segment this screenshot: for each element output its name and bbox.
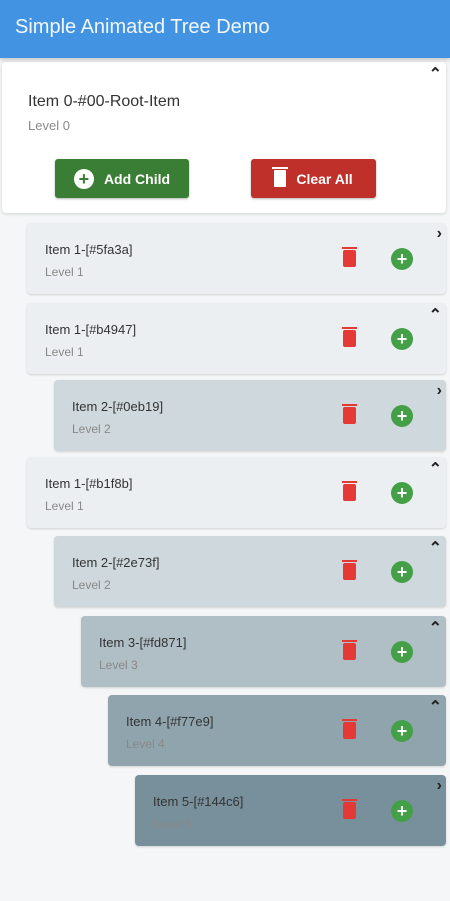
tree-item[interactable]: ⌃ Item 1-[#b4947] Level 1 + xyxy=(27,303,446,374)
tree-item-title: Item 1-[#b4947] xyxy=(45,322,137,337)
delete-trash-icon[interactable] xyxy=(342,481,357,501)
root-item-card: ⌃ Item 0-#00-Root-Item Level 0 + Add Chi… xyxy=(2,62,446,213)
trash-icon xyxy=(272,167,289,187)
delete-trash-icon[interactable] xyxy=(342,327,357,347)
collapse-chevron-icon[interactable]: ⌃ xyxy=(429,697,442,717)
tree-item[interactable]: › Item 1-[#5fa3a] Level 1 + xyxy=(27,223,446,294)
root-item-title: Item 0-#00-Root-Item xyxy=(28,93,181,110)
tree-item-level: Level 3 xyxy=(99,658,138,672)
expand-chevron-icon[interactable]: › xyxy=(437,777,442,795)
tree-item-title: Item 2-[#0eb19] xyxy=(72,399,164,414)
collapse-chevron-icon[interactable]: ⌃ xyxy=(429,305,442,325)
delete-trash-icon[interactable] xyxy=(342,404,357,424)
root-item-level: Level 0 xyxy=(28,118,70,133)
collapse-chevron-icon[interactable]: ⌃ xyxy=(429,459,442,479)
delete-trash-icon[interactable] xyxy=(342,640,357,660)
add-child-plus-icon[interactable]: + xyxy=(391,248,413,270)
clear-all-label: Clear All xyxy=(296,170,353,187)
delete-trash-icon[interactable] xyxy=(342,719,357,739)
add-child-plus-icon[interactable]: + xyxy=(391,405,413,427)
tree-item-level: Level 1 xyxy=(45,499,84,513)
delete-trash-icon[interactable] xyxy=(342,560,357,580)
app-title: Simple Animated Tree Demo xyxy=(15,16,270,38)
tree-item[interactable]: ⌃ Item 2-[#2e73f] Level 2 + xyxy=(54,536,446,607)
expand-chevron-icon[interactable]: › xyxy=(437,225,442,243)
tree-item-title: Item 1-[#5fa3a] xyxy=(45,242,133,257)
tree-item-level: Level 1 xyxy=(45,345,84,359)
app-bar: Simple Animated Tree Demo xyxy=(0,0,450,58)
add-child-label: Add Child xyxy=(103,170,171,187)
tree-item[interactable]: › Item 5-[#144c6] Level 5 + xyxy=(135,775,446,846)
add-child-plus-icon[interactable]: + xyxy=(391,328,413,350)
add-circle-icon: + xyxy=(73,168,94,189)
add-child-plus-icon[interactable]: + xyxy=(391,720,413,742)
tree-item[interactable]: ⌃ Item 1-[#b1f8b] Level 1 + xyxy=(27,457,446,528)
collapse-chevron-icon[interactable]: ⌃ xyxy=(429,64,442,84)
tree-item-title: Item 1-[#b1f8b] xyxy=(45,476,133,491)
expand-chevron-icon[interactable]: › xyxy=(437,382,442,400)
tree-item-level: Level 2 xyxy=(72,578,111,592)
tree-item-level: Level 1 xyxy=(45,265,84,279)
delete-trash-icon[interactable] xyxy=(342,247,357,267)
tree-item-level: Level 5 xyxy=(153,817,192,831)
collapse-chevron-icon[interactable]: ⌃ xyxy=(429,538,442,558)
tree-item[interactable]: ⌃ Item 3-[#fd871] Level 3 + xyxy=(81,616,446,687)
tree-item-title: Item 5-[#144c6] xyxy=(153,794,244,809)
tree-item[interactable]: › Item 2-[#0eb19] Level 2 + xyxy=(54,380,446,451)
tree-item-level: Level 4 xyxy=(126,737,165,751)
add-child-plus-icon[interactable]: + xyxy=(391,482,413,504)
add-child-plus-icon[interactable]: + xyxy=(391,561,413,583)
add-child-plus-icon[interactable]: + xyxy=(391,800,413,822)
tree-item-title: Item 3-[#fd871] xyxy=(99,635,187,650)
tree-item-level: Level 2 xyxy=(72,422,111,436)
add-child-plus-icon[interactable]: + xyxy=(391,641,413,663)
add-child-button[interactable]: + Add Child xyxy=(55,159,189,198)
tree-item[interactable]: ⌃ Item 4-[#f77e9] Level 4 + xyxy=(108,695,446,766)
collapse-chevron-icon[interactable]: ⌃ xyxy=(429,618,442,638)
tree-item-title: Item 4-[#f77e9] xyxy=(126,714,214,729)
delete-trash-icon[interactable] xyxy=(342,799,357,819)
tree-item-title: Item 2-[#2e73f] xyxy=(72,555,160,570)
clear-all-button[interactable]: Clear All xyxy=(251,159,376,198)
